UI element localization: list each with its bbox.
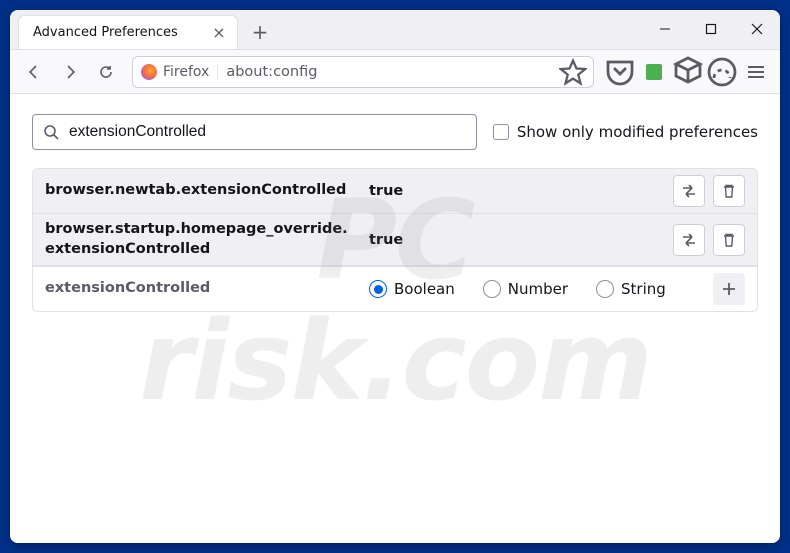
new-tab-button[interactable]: + [244, 16, 276, 48]
new-pref-row[interactable]: extensionControlled Boolean Number Strin… [33, 266, 757, 311]
radio-label: Boolean [394, 280, 455, 298]
identity-box[interactable]: Firefox [141, 64, 218, 80]
url-bar[interactable]: Firefox about:config [132, 56, 594, 88]
close-icon[interactable]: × [209, 23, 229, 43]
app-menu-button[interactable] [740, 56, 772, 88]
add-button[interactable] [713, 273, 745, 305]
radio-icon [369, 280, 387, 298]
tab-label: Advanced Preferences [33, 25, 201, 40]
account-icon[interactable] [706, 56, 738, 88]
titlebar: Advanced Preferences × + [10, 10, 780, 50]
forward-button[interactable] [54, 56, 86, 88]
toggle-button[interactable] [673, 224, 705, 256]
radio-string[interactable]: String [596, 280, 666, 298]
plus-icon [721, 281, 737, 297]
pref-row[interactable]: browser.startup.homepage_override.extens… [33, 214, 757, 266]
pref-row[interactable]: browser.newtab.extensionControlled true [33, 169, 757, 214]
pref-value: true [363, 232, 665, 248]
radio-number[interactable]: Number [483, 280, 568, 298]
toggle-icon [681, 232, 697, 248]
show-only-modified-checkbox[interactable]: Show only modified preferences [493, 123, 758, 141]
toggle-button[interactable] [673, 175, 705, 207]
minimize-button[interactable] [642, 10, 688, 49]
tab-strip: Advanced Preferences × + [10, 10, 642, 49]
search-icon [43, 124, 59, 140]
radio-icon [596, 280, 614, 298]
reload-button[interactable] [90, 56, 122, 88]
type-radio-group: Boolean Number String [363, 280, 705, 298]
delete-button[interactable] [713, 224, 745, 256]
firefox-icon [141, 64, 157, 80]
search-row: Show only modified preferences [32, 114, 758, 150]
toolbar-icons [604, 56, 772, 88]
checkbox-icon [493, 124, 509, 140]
search-input[interactable] [69, 123, 466, 141]
toggle-icon [681, 183, 697, 199]
delete-button[interactable] [713, 175, 745, 207]
trash-icon [721, 232, 737, 248]
back-button[interactable] [18, 56, 50, 88]
downloads-icon[interactable] [672, 56, 704, 88]
browser-window: Advanced Preferences × + [10, 10, 780, 543]
trash-icon [721, 183, 737, 199]
window-controls [642, 10, 780, 49]
bookmark-star-icon[interactable] [559, 58, 587, 86]
extension-icon[interactable] [638, 56, 670, 88]
new-pref-name: extensionControlled [45, 279, 355, 299]
pref-value: true [363, 183, 665, 199]
url-text: about:config [226, 64, 551, 80]
identity-label: Firefox [163, 64, 209, 80]
pocket-icon[interactable] [604, 56, 636, 88]
pref-name: browser.newtab.extensionControlled [45, 181, 355, 201]
maximize-button[interactable] [688, 10, 734, 49]
nav-toolbar: Firefox about:config [10, 50, 780, 94]
radio-icon [483, 280, 501, 298]
tab-advanced-preferences[interactable]: Advanced Preferences × [18, 15, 238, 49]
checkbox-label: Show only modified preferences [517, 123, 758, 141]
search-box[interactable] [32, 114, 477, 150]
window-close-button[interactable] [734, 10, 780, 49]
radio-boolean[interactable]: Boolean [369, 280, 455, 298]
prefs-table: browser.newtab.extensionControlled true … [32, 168, 758, 312]
radio-label: String [621, 280, 666, 298]
hamburger-icon [748, 66, 764, 78]
about-config-content: Show only modified preferences browser.n… [10, 94, 780, 543]
pref-name: browser.startup.homepage_override.extens… [45, 220, 355, 259]
radio-label: Number [508, 280, 568, 298]
